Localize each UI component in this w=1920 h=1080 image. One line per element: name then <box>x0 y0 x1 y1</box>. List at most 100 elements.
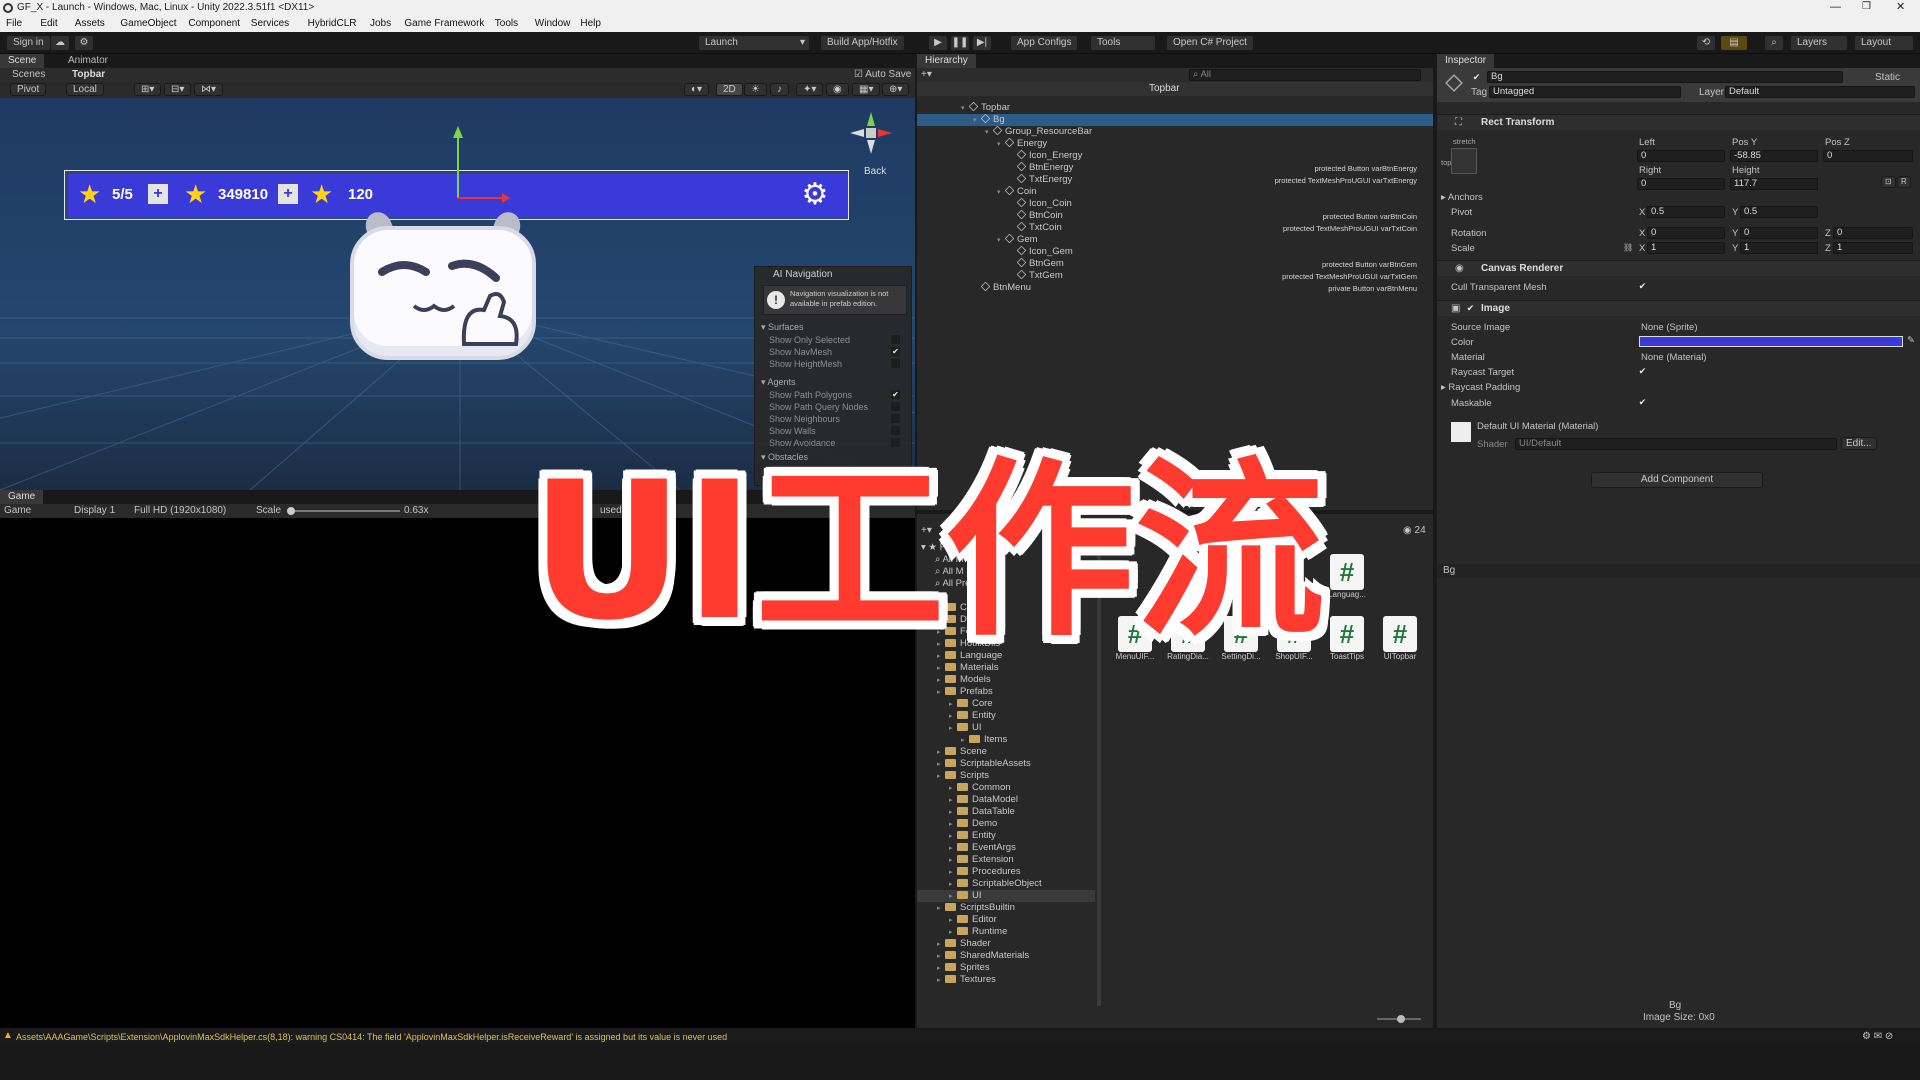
right-field[interactable]: 0 <box>1637 178 1725 190</box>
nav-option[interactable]: Show Only Selected <box>769 334 907 346</box>
folder-item[interactable]: ▸ Items <box>917 734 1095 746</box>
folder-item[interactable]: ▸ Sprites <box>917 962 1095 974</box>
image-header[interactable]: Image <box>1437 300 1920 316</box>
hierarchy-row[interactable]: TxtEnergy protected TextMeshProUGUI varTx… <box>917 173 1433 186</box>
play-button[interactable]: ▶ <box>928 35 948 51</box>
asset-item[interactable]: # UITopbar <box>1372 616 1428 661</box>
expand-arrow-icon[interactable]: ▸ <box>937 903 945 915</box>
asset-item[interactable]: # ToastTips <box>1319 616 1375 661</box>
preview-object-name[interactable]: Bg <box>1443 565 1455 577</box>
folder-item[interactable]: ▸ Core <box>917 698 1095 710</box>
active-checkbox[interactable]: ✔ <box>1471 72 1482 83</box>
game-mode-dropdown[interactable]: Game <box>4 505 31 517</box>
tag-dropdown[interactable]: Untagged <box>1489 86 1681 98</box>
hierarchy-row[interactable]: Icon_Energy <box>917 149 1433 162</box>
menu-item-game-framework[interactable]: Game Framework <box>404 18 484 30</box>
scale-y-field[interactable]: 1 <box>1740 242 1818 254</box>
nav-option-checkbox[interactable] <box>891 335 900 344</box>
scale-z-field[interactable]: 1 <box>1833 242 1913 254</box>
scale-x-field[interactable]: 1 <box>1647 242 1725 254</box>
launch-dropdown[interactable]: Launch ▾ <box>698 35 810 51</box>
blueprint-button[interactable]: ⊡ <box>1881 176 1896 188</box>
shading-mode-button[interactable]: ◐▾ <box>684 83 710 96</box>
anchor-preset-button[interactable] <box>1451 148 1477 174</box>
sign-in-button[interactable]: Sign in <box>6 35 51 51</box>
nav-option-checkbox[interactable] <box>891 402 900 411</box>
nav-option[interactable]: Show Path Polygons ✔ <box>769 389 907 401</box>
folder-item[interactable]: ▸ Entity <box>917 710 1095 722</box>
rect-transform-header[interactable]: Rect Transform <box>1437 114 1920 130</box>
folder-item[interactable]: ▸ DataTable <box>917 806 1095 818</box>
eyedropper-icon[interactable]: ✎ <box>1907 335 1915 346</box>
folder-item[interactable]: ▸ UI <box>917 890 1095 902</box>
menu-item-file[interactable]: File <box>6 18 22 30</box>
lighting-icon[interactable]: ☀ <box>744 83 767 96</box>
height-field[interactable]: 117.7 <box>1730 178 1818 190</box>
nav-option[interactable]: Show Walls <box>769 425 907 437</box>
folder-item[interactable]: ▸ Extension <box>917 854 1095 866</box>
maskable-checkbox[interactable]: ✔ <box>1637 397 1648 408</box>
folder-item[interactable]: ▸ Entity <box>917 830 1095 842</box>
tab-scene[interactable]: Scene <box>0 54 45 68</box>
folder-item[interactable]: ▸ Prefabs <box>917 686 1095 698</box>
menu-item-component[interactable]: Component <box>188 18 240 30</box>
hierarchy-row[interactable]: TxtCoin protected TextMeshProUGUI varTxtC… <box>917 221 1433 234</box>
folder-item[interactable]: ▸ Scripts <box>917 770 1095 782</box>
rot-x-field[interactable]: 0 <box>1647 227 1725 239</box>
move-gizmo[interactable] <box>420 126 510 206</box>
posz-field[interactable]: 0 <box>1823 150 1913 162</box>
nav-option-checkbox[interactable]: ✔ <box>891 390 900 399</box>
audio-icon[interactable]: ♪ <box>770 83 789 96</box>
coin-add-button[interactable]: + <box>278 184 298 204</box>
color-swatch[interactable] <box>1639 336 1903 347</box>
energy-add-button[interactable]: + <box>148 184 168 204</box>
display-dropdown[interactable]: Display 1 <box>74 505 115 517</box>
snap-settings-button[interactable]: ⋈▾ <box>194 83 224 96</box>
folder-item[interactable]: ▸ Runtime <box>917 926 1095 938</box>
scale-link-icon[interactable]: ⛓ <box>1623 243 1633 252</box>
hierarchy-row[interactable]: ▾ Energy <box>917 137 1433 150</box>
rot-y-field[interactable]: 0 <box>1740 227 1818 239</box>
folder-item[interactable]: ▸ DataModel <box>917 794 1095 806</box>
pause-button[interactable]: ❚❚ <box>950 35 970 51</box>
menu-item-assets[interactable]: Assets <box>75 18 105 30</box>
tools-dropdown[interactable]: Tools <box>1090 35 1156 51</box>
hierarchy-row[interactable]: ▾ Group_ResourceBar <box>917 125 1433 138</box>
step-button[interactable]: ▶| <box>972 35 992 51</box>
anchors-foldout[interactable]: ▸ Anchors <box>1441 192 1483 203</box>
shader-dropdown[interactable]: UI/Default <box>1515 438 1837 450</box>
nav-option[interactable]: Show NavMesh ✔ <box>769 346 907 358</box>
nav-option-checkbox[interactable] <box>891 426 900 435</box>
tab-animator[interactable]: Animator <box>60 54 116 68</box>
folder-item[interactable]: ▸ Procedures <box>917 866 1095 878</box>
posy-field[interactable]: -58.85 <box>1730 150 1818 162</box>
search-icon[interactable]: ⌕ <box>1764 35 1784 51</box>
hierarchy-row[interactable]: TxtGem protected TextMeshProUGUI varTxtGe… <box>917 269 1433 282</box>
icon-size-slider[interactable] <box>1377 1015 1421 1023</box>
folder-item[interactable]: ▸ Demo <box>917 818 1095 830</box>
menu-item-gameobject[interactable]: GameObject <box>120 18 176 30</box>
expand-arrow-icon[interactable]: ▸ <box>949 723 957 735</box>
left-field[interactable]: 0 <box>1637 150 1725 162</box>
gizmos-icon[interactable]: ⊕▾ <box>882 83 910 96</box>
hierarchy-search-input[interactable]: ⌕ All <box>1189 69 1421 81</box>
object-name-field[interactable]: Bg <box>1487 71 1843 83</box>
nav-option-checkbox[interactable] <box>891 359 900 368</box>
scale-slider[interactable] <box>287 507 400 515</box>
folder-item[interactable]: ▸ Scene <box>917 746 1095 758</box>
history-icon[interactable]: ⟲ <box>1696 35 1716 51</box>
material-field[interactable]: None (Material) <box>1641 352 1706 363</box>
static-toggle[interactable]: Static <box>1875 72 1900 84</box>
increment-snap-button[interactable]: ⊟▾ <box>164 83 192 96</box>
expand-arrow-icon[interactable]: ▸ <box>937 975 945 987</box>
folder-item[interactable]: ▸ ScriptsBuiltin <box>917 902 1095 914</box>
hierarchy-row[interactable]: BtnMenu private Button varBtnMenu <box>917 281 1433 294</box>
hierarchy-row[interactable]: BtnGem protected Button varBtnGem <box>917 257 1433 270</box>
folder-item[interactable]: ▸ UI <box>917 722 1095 734</box>
camera-icon[interactable]: ▦▾ <box>852 83 881 96</box>
build-app-button[interactable]: Build App/Hotfix <box>820 35 905 51</box>
layers-dropdown[interactable]: Layers <box>1790 35 1848 51</box>
folder-item[interactable]: ▸ Editor <box>917 914 1095 926</box>
folder-item[interactable]: ▸ Materials <box>917 662 1095 674</box>
folder-item[interactable]: ▸ Textures <box>917 974 1095 986</box>
